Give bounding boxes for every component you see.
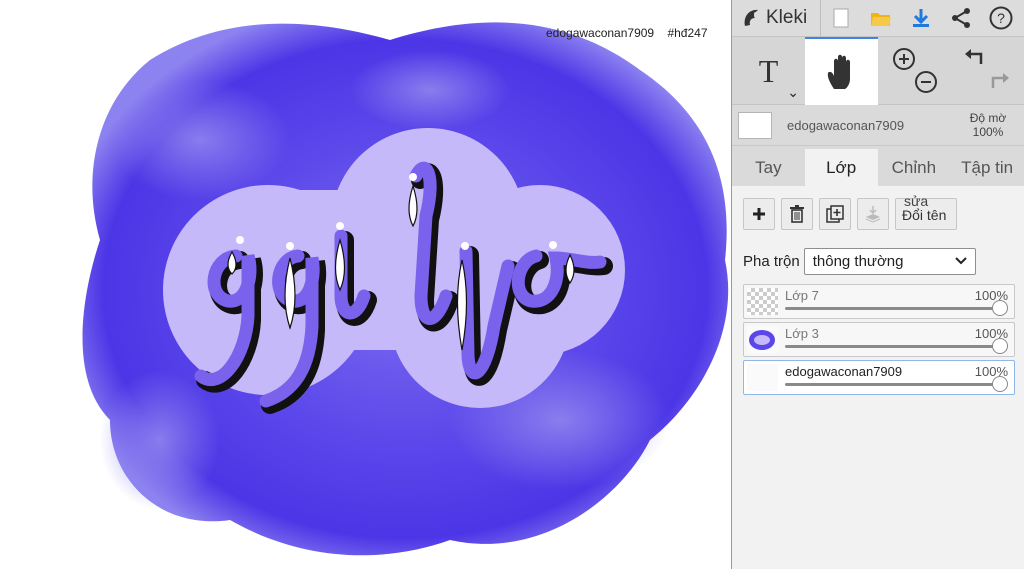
text-tool-label: T <box>758 52 779 89</box>
svg-text:?: ? <box>997 10 1005 26</box>
layer-name: edogawaconan7909 <box>785 364 903 379</box>
tab-tay[interactable]: Tay <box>732 149 805 187</box>
zoom-out-icon[interactable] <box>914 71 937 93</box>
color-row: edogawaconan7909 Độ mờ 100% <box>732 105 1024 146</box>
drawing-canvas[interactable]: edogawaconan7909 #hđ247 <box>0 0 731 569</box>
layer-panel: sửa Đổi tên Pha trộn thông thường Lớp 7 … <box>732 186 1024 569</box>
download-icon <box>913 9 929 27</box>
blend-mode-value: thông thường <box>812 252 904 270</box>
blend-row: Pha trộn thông thường <box>732 234 1024 278</box>
layer-opacity-slider[interactable] <box>785 376 1008 392</box>
blend-label: Pha trộn <box>743 252 800 270</box>
current-layer-name: edogawaconan7909 <box>787 117 905 133</box>
layer-item-selected[interactable]: edogawaconan7909 100% <box>743 360 1015 395</box>
tab-lop[interactable]: Lớp <box>804 149 878 187</box>
new-file-button[interactable] <box>821 0 861 37</box>
help-icon: ? <box>989 6 1013 30</box>
help-button[interactable]: ? <box>981 0 1021 37</box>
tab-tap-tin[interactable]: Tập tin <box>950 149 1024 187</box>
tool-row: T ⌄ <box>732 37 1024 105</box>
open-folder-button[interactable] <box>861 0 901 37</box>
opacity-label: Độ mờ <box>969 111 1007 125</box>
layer-opacity-slider[interactable] <box>785 300 1008 316</box>
kleki-logo[interactable]: Kleki <box>732 0 821 37</box>
watermark: edogawaconan7909 #hđ247 <box>546 26 718 40</box>
chevron-down-icon[interactable]: ⌄ <box>787 84 799 101</box>
share-icon <box>952 8 970 28</box>
artwork <box>82 22 729 556</box>
tab-chinh[interactable]: Chỉnh <box>878 149 951 187</box>
slider-knob[interactable] <box>992 300 1008 316</box>
open-folder-icon <box>871 13 891 26</box>
text-tool[interactable]: T ⌄ <box>732 37 805 105</box>
rename-label: Đổi tên <box>902 207 947 223</box>
hand-icon <box>827 54 850 89</box>
hand-tool[interactable] <box>805 37 878 105</box>
duplicate-layer-button[interactable] <box>819 198 851 230</box>
merge-down-button[interactable] <box>857 198 889 230</box>
share-button[interactable] <box>941 0 981 37</box>
duplicate-icon <box>826 205 844 223</box>
layer-list: Lớp 7 100% Lớp 3 100% edogawaconan7909 1… <box>732 278 1024 395</box>
layer-thumbnail <box>747 288 778 315</box>
chevron-down-icon <box>955 257 967 265</box>
layer-item[interactable]: Lớp 7 100% <box>743 284 1015 319</box>
layer-item[interactable]: Lớp 3 100% <box>743 322 1015 357</box>
opacity-value: 100% <box>972 125 1004 139</box>
top-toolbar: Kleki ? <box>732 0 1024 37</box>
slider-knob[interactable] <box>992 338 1008 354</box>
download-button[interactable] <box>901 0 941 37</box>
opacity-readout: Độ mờ 100% <box>957 111 1019 139</box>
delete-layer-button[interactable] <box>781 198 813 230</box>
zoom-tools <box>878 37 951 105</box>
tab-bar: Tay Lớp Chỉnh Tập tin <box>732 146 1024 187</box>
blend-mode-select[interactable]: thông thường <box>803 247 976 275</box>
zoom-in-icon[interactable] <box>892 48 915 70</box>
redo-icon[interactable] <box>991 73 1009 88</box>
layer-thumbnail <box>747 364 778 391</box>
merge-down-icon <box>865 206 881 223</box>
undo-redo <box>951 37 1024 105</box>
app-name: Kleki <box>766 7 808 28</box>
add-layer-button[interactable] <box>743 198 775 230</box>
rename-layer-button[interactable]: sửa Đổi tên <box>895 193 957 230</box>
layer-name: Lớp 3 <box>785 326 819 341</box>
layer-name: Lớp 7 <box>785 288 819 303</box>
color-swatch[interactable] <box>738 111 772 139</box>
watermark-user: edogawaconan7909 <box>546 26 655 40</box>
side-panel: Kleki ? T ⌄ edogawaconan7909 Độ mờ 100% … <box>731 0 1024 569</box>
layer-thumbnail <box>747 326 778 353</box>
layer-opacity-slider[interactable] <box>785 338 1008 354</box>
plus-icon <box>753 208 765 220</box>
new-file-icon <box>833 8 849 28</box>
watermark-tag: #hđ247 <box>667 26 708 40</box>
slider-knob[interactable] <box>992 376 1008 392</box>
kleki-logo-icon <box>744 9 758 26</box>
layer-buttons: sửa Đổi tên <box>732 186 1024 234</box>
trash-icon <box>790 205 804 223</box>
undo-icon[interactable] <box>964 49 982 64</box>
